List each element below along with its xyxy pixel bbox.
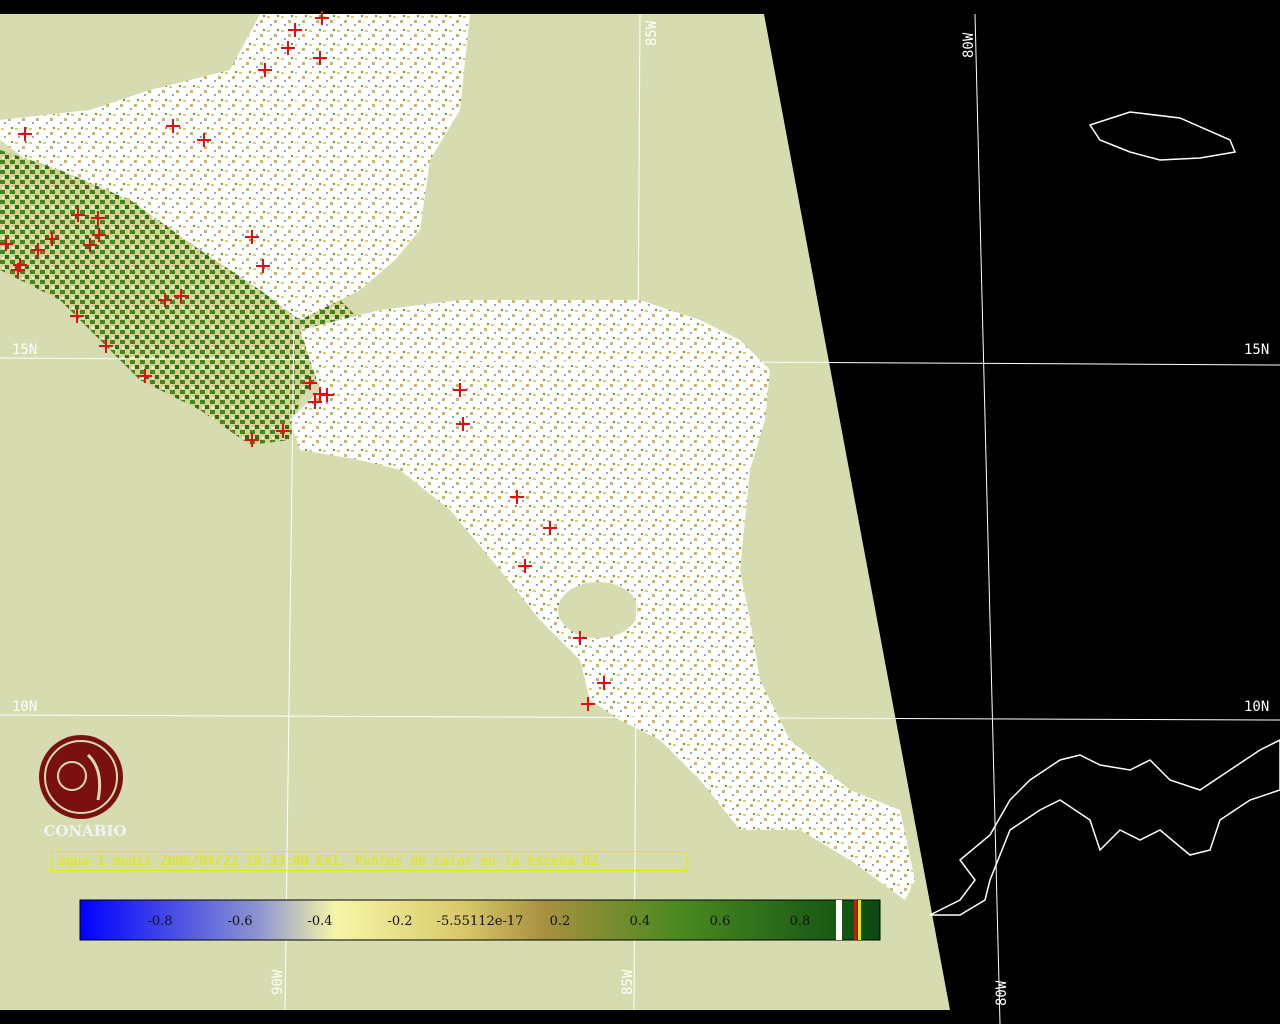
label-15n-left: 15N [12,342,37,358]
label-90w-bottom: 90W [270,969,286,995]
scene-caption: aqua-1 modis 2006/04/22 19:33:00 EVI. Pu… [51,851,687,871]
conabio-logo [39,735,123,819]
label-85w-top: 85W [644,20,660,46]
colorbar-tick-label: 0.8 [790,914,811,929]
colorbar-tick-label: 0.4 [630,914,651,929]
label-80w-bottom: 80W [994,980,1010,1006]
colorbar: -0.8 -0.6 -0.4 -0.2 -5.55112e-17 0.2 0.4 0.6 0.8 [79,899,881,941]
lake-nicaragua [558,582,638,638]
label-10n-left: 10N [12,699,37,715]
colorbar-tick-label: -0.6 [227,914,252,929]
label-85w-bottom: 85W [620,969,636,995]
colorbar-tick-label: -0.8 [147,914,172,929]
logo-text: CONABIO [43,822,127,840]
label-80w-top: 80W [961,32,977,58]
colorbar-tick-label: -0.2 [387,914,412,929]
colorbar-tick-label: -5.55112e-17 [437,914,524,929]
colorbar-tick-label: -0.4 [307,914,332,929]
label-10n-right: 10N [1244,699,1269,715]
colorbar-tick-label: 0.2 [550,914,571,929]
label-15n-right: 15N [1244,342,1269,358]
colorbar-tick-label: 0.6 [710,914,731,929]
